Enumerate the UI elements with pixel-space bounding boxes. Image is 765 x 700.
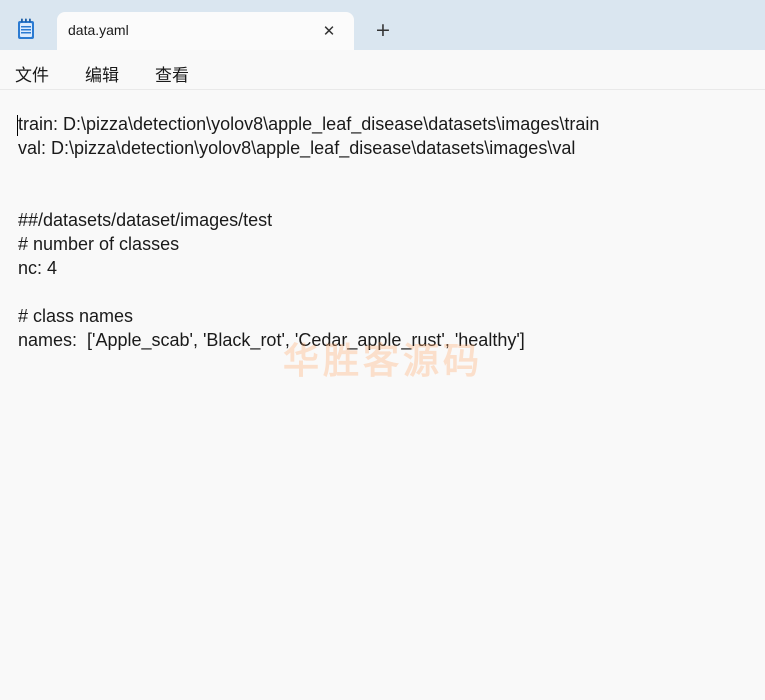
menu-view[interactable]: 查看 (155, 61, 189, 86)
editor-line: nc: 4 (18, 258, 58, 278)
editor-line: # number of classes (18, 234, 180, 254)
menu-file[interactable]: 文件 (15, 61, 49, 86)
close-icon[interactable]: ✕ (318, 20, 340, 42)
text-editor[interactable]: train: D:\pizza\detection\yolov8\apple_l… (0, 91, 765, 700)
title-bar: data.yaml ✕ + (0, 0, 765, 50)
tab-title: data.yaml (68, 22, 129, 38)
tab-data-yaml[interactable]: data.yaml ✕ (57, 12, 354, 50)
menu-bar: 文件 编辑 查看 (0, 50, 765, 90)
menu-edit[interactable]: 编辑 (85, 61, 119, 86)
editor-line: train: D:\pizza\detection\yolov8\apple_l… (18, 114, 600, 134)
notepad-icon (16, 18, 36, 40)
watermark-text: 华胜客源码 (283, 341, 484, 382)
editor-line: ##/datasets/dataset/images/test (18, 210, 273, 230)
plus-icon[interactable]: + (372, 19, 394, 41)
editor-line: # class names (18, 306, 134, 326)
editor-line: val: D:\pizza\detection\yolov8\apple_lea… (18, 138, 576, 158)
